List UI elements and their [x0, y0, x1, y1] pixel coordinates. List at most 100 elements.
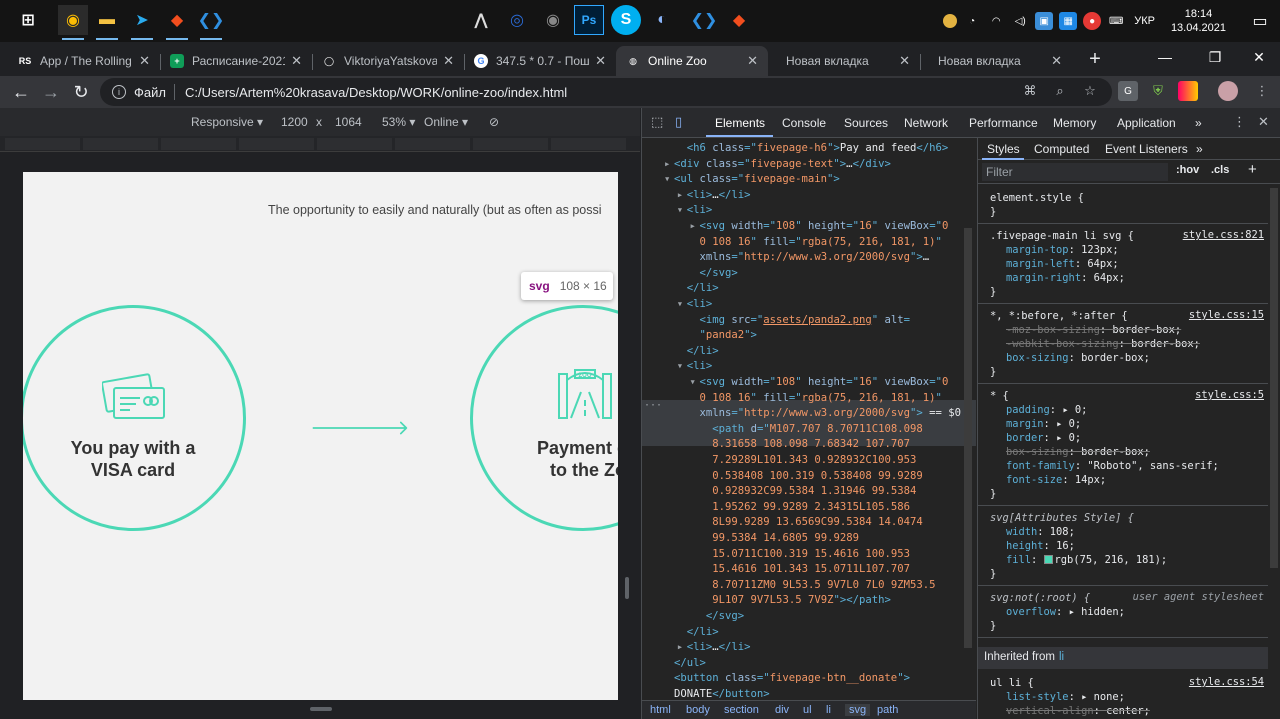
tab-memory[interactable]: Memory: [1053, 116, 1096, 130]
tray-app-icon-3[interactable]: ●: [1083, 12, 1102, 30]
breadcrumb-item-svg[interactable]: svg: [845, 704, 871, 716]
hov-toggle[interactable]: :hov: [1176, 164, 1199, 176]
style-declaration[interactable]: margin-right: 64px;: [1006, 271, 1125, 285]
dom-node-line[interactable]: <button class="fivepage-btn__donate">: [674, 671, 910, 687]
dom-node-line[interactable]: xmlns="http://www.w3.org/2000/svg">…: [700, 250, 930, 266]
dom-node-line[interactable]: "panda2">: [700, 328, 757, 344]
back-arrow-icon[interactable]: ←: [8, 79, 34, 105]
dom-node-line[interactable]: 99.5384 14.6805 99.9289: [712, 531, 859, 547]
telegram-icon[interactable]: ➤: [127, 5, 157, 35]
style-declaration[interactable]: border: ▸ 0;: [1006, 431, 1081, 445]
browser-tab[interactable]: RS App / The Rolling ✕: [8, 46, 160, 76]
dom-node-line[interactable]: 1.95262 99.9289 2.34315L105.586: [712, 500, 910, 516]
dom-node-line[interactable]: ▾ <li>: [677, 203, 713, 219]
styles-tab-eventlisteners[interactable]: Event Listeners: [1105, 142, 1188, 156]
styles-tab-computed[interactable]: Computed: [1034, 142, 1089, 156]
styles-tab-styles[interactable]: Styles: [987, 142, 1020, 156]
tray-app-icon[interactable]: ▣: [1035, 12, 1054, 30]
style-rule[interactable]: *, *:before, *:after {style.css:15 -moz-b…: [978, 304, 1268, 384]
assassins-creed-icon[interactable]: ⋀: [466, 5, 496, 35]
style-declaration[interactable]: height: 16;: [1006, 539, 1075, 553]
zoom-select[interactable]: 53% ▾: [382, 115, 415, 129]
browser-tab[interactable]: G 347.5 * 0.7 - Пошу ✕: [464, 46, 616, 76]
tab-close-icon[interactable]: ✕: [443, 53, 454, 69]
tab-overflow-icon[interactable]: »: [1195, 116, 1202, 130]
obs-icon[interactable]: ◉: [538, 5, 568, 35]
settings-gear-icon[interactable]: ⋮: [1233, 114, 1246, 130]
dom-node-line[interactable]: ▾ <li>: [677, 297, 713, 313]
style-declaration[interactable]: width: 108;: [1006, 525, 1075, 539]
network-throttle-select[interactable]: Online ▾: [424, 115, 468, 129]
viewport-height-input[interactable]: 1064: [335, 115, 362, 129]
keyboard-icon[interactable]: ⌨: [1107, 12, 1125, 30]
extension-shield-icon[interactable]: ⛨: [1148, 81, 1168, 101]
dom-node-line[interactable]: ▾ <li>: [677, 359, 713, 375]
style-rule[interactable]: ul li {style.css:54 list-style: ▸ none; ve…: [978, 671, 1268, 719]
vscode-icon[interactable]: ❮❯: [689, 5, 719, 35]
tab-network[interactable]: Network: [904, 116, 948, 130]
style-rule[interactable]: svg:not(:root) {user agent stylesheet ove…: [978, 586, 1268, 638]
close-window-icon[interactable]: ✕: [1236, 42, 1280, 72]
expand-triangle-icon[interactable]: ▸: [677, 188, 683, 204]
viewport-resize-handle[interactable]: [625, 577, 629, 599]
rotate-icon[interactable]: ⊘: [489, 115, 499, 129]
bookmark-star-icon[interactable]: ☆: [1080, 81, 1100, 101]
style-declaration[interactable]: fill: rgb(75, 216, 181);: [1006, 553, 1167, 567]
dom-node-line[interactable]: 9L107 9V7L53.5 7V9Z"></path>: [712, 593, 891, 609]
breadcrumb-item-section[interactable]: section: [724, 704, 759, 716]
tab-close-icon[interactable]: ✕: [291, 53, 302, 69]
vscode-icon[interactable]: ❮❯: [196, 5, 226, 35]
dom-node-line[interactable]: <path d="M107.707 8.70711C108.098: [712, 422, 923, 438]
new-tab-plus-icon[interactable]: +: [1082, 46, 1108, 72]
dom-node-line[interactable]: 0 108 16" fill="rgba(75, 216, 181, 1)": [700, 391, 942, 407]
dom-node-line[interactable]: ▾ <svg width="108" height="16" viewBox="0: [690, 375, 949, 391]
expand-triangle-icon[interactable]: ▾: [664, 172, 670, 188]
style-declaration[interactable]: box-sizing: border-box;: [1006, 351, 1150, 365]
expand-triangle-icon[interactable]: ▸: [690, 219, 696, 235]
breadcrumb-item-html[interactable]: html: [650, 704, 671, 716]
tab-console[interactable]: Console: [782, 116, 826, 130]
browser-tab[interactable]: ◍ Online Zoo ✕: [616, 46, 768, 76]
clock[interactable]: 18:14 13.04.2021: [1171, 7, 1226, 35]
figma-icon[interactable]: ◆: [162, 5, 192, 35]
ruler-segment[interactable]: [473, 138, 548, 150]
info-icon[interactable]: i: [112, 85, 126, 99]
dom-node-line[interactable]: 8L99.9289 13.6569C99.5384 14.0474: [712, 515, 922, 531]
extension-gradient-icon[interactable]: [1178, 81, 1198, 101]
styles-tab-overflow-icon[interactable]: »: [1196, 142, 1203, 156]
tab-application[interactable]: Application: [1117, 116, 1176, 130]
rule-source-link[interactable]: style.css:5: [1195, 389, 1264, 401]
network-icon[interactable]: ◔: [963, 12, 981, 30]
reload-icon[interactable]: ↻: [68, 79, 94, 105]
tab-close-icon[interactable]: ✕: [139, 53, 150, 69]
style-declaration[interactable]: box-sizing: border-box;: [1006, 445, 1150, 459]
breadcrumb-item-ul[interactable]: ul: [803, 704, 812, 716]
expand-triangle-icon[interactable]: ▾: [677, 203, 683, 219]
tab-sources[interactable]: Sources: [844, 116, 888, 130]
color-swatch[interactable]: [1043, 555, 1053, 564]
dom-node-line[interactable]: </svg>: [706, 609, 744, 625]
restore-icon[interactable]: ❐: [1192, 42, 1238, 72]
tab-performance[interactable]: Performance: [969, 116, 1038, 130]
style-rule[interactable]: * {style.css:5 padding: ▸ 0; margin: ▸ 0; b…: [978, 384, 1268, 506]
viewport-width-input[interactable]: 1200: [281, 115, 308, 129]
dom-node-line[interactable]: ▾ <ul class="fivepage-main">: [664, 172, 840, 188]
browser-tab[interactable]: Новая вкладка ✕: [768, 46, 920, 76]
ruler-segment[interactable]: [83, 138, 158, 150]
node-ellipsis[interactable]: ···: [644, 400, 662, 411]
style-declaration[interactable]: font-family: "Roboto", sans-serif;: [1006, 459, 1219, 473]
tab-close-icon[interactable]: ✕: [1051, 53, 1062, 69]
expand-triangle-icon[interactable]: ▾: [690, 375, 696, 391]
dom-node-line[interactable]: </li>: [687, 625, 719, 641]
address-bar[interactable]: i Файл C:/Users/Artem%20krasava/Desktop/…: [100, 78, 1112, 106]
ruler-segment[interactable]: [239, 138, 314, 150]
notification-icon[interactable]: ▭: [1240, 0, 1280, 42]
dom-node-line[interactable]: 15.4616 101.343 15.0711L107.707: [712, 562, 910, 578]
dom-node-line[interactable]: </ul>: [674, 656, 706, 672]
style-declaration[interactable]: font-size: 14px;: [1006, 473, 1106, 487]
dom-node-line[interactable]: DONATE</button>: [674, 687, 770, 700]
expand-triangle-icon[interactable]: ▸: [664, 157, 670, 173]
rule-source-link[interactable]: style.css:15: [1189, 309, 1264, 321]
breadcrumb-item-path[interactable]: path: [877, 704, 898, 716]
photoshop-icon[interactable]: Ps: [574, 5, 604, 35]
